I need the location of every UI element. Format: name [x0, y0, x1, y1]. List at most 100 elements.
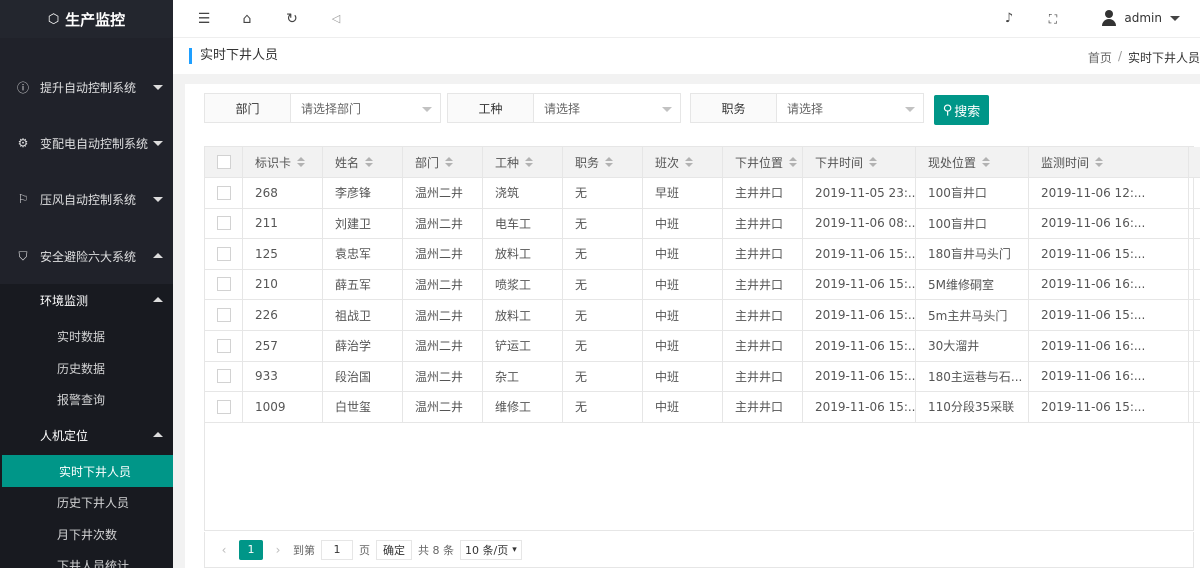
refresh-icon[interactable]: ↻	[284, 11, 300, 27]
row-checkbox[interactable]	[216, 216, 231, 231]
confirm-button[interactable]: 确定	[376, 539, 412, 560]
table-row[interactable]: 257 薛治学 温州二井 铲运工无中班 主井井口 2019-11-06 15:... 30大…	[205, 330, 1200, 362]
row-checkbox[interactable]	[216, 185, 231, 200]
sidebar-item-alarm-query[interactable]: 报警查询	[0, 383, 173, 415]
breadcrumb-separator: /	[1117, 49, 1122, 63]
row-checkbox[interactable]	[216, 399, 231, 414]
sidebar-item-realtime-data[interactable]: 实时数据	[0, 320, 173, 352]
sidebar-item-personnel-stats[interactable]: 下井人员统计	[0, 549, 173, 568]
top-header: ☰ ⌂ ↻ ◁ ♪ ⛶ admin	[173, 0, 1200, 38]
select-placeholder: 请选择	[544, 101, 581, 116]
table-cell: 无	[563, 208, 643, 239]
app-title: 生产监控	[65, 10, 126, 29]
sort-icon[interactable]	[445, 157, 454, 167]
column-header[interactable]: 部门	[403, 147, 483, 177]
sidebar-group-air[interactable]: ⚐ 压风自动控制系统	[0, 171, 173, 227]
sidebar-group-power[interactable]: ⚙ 变配电自动控制系统	[0, 115, 173, 171]
column-header[interactable]: 工种	[483, 147, 563, 177]
table-cell: 180盲井马头门	[916, 238, 1029, 269]
position-select[interactable]: 请选择	[777, 93, 924, 123]
table-cell: 温州二井	[403, 208, 483, 239]
table-cell: 180主运巷与石...	[916, 361, 1029, 392]
table-row[interactable]: 933 段治国 温州二井 杂工无中班 主井井口 2019-11-06 15:... 180主…	[205, 361, 1200, 393]
sidebar-item-history-data[interactable]: 历史数据	[0, 352, 173, 384]
row-checkbox[interactable]	[216, 277, 231, 292]
worktype-select[interactable]: 请选择	[534, 93, 681, 123]
column-header[interactable]: 下井时间	[803, 147, 916, 177]
column-header[interactable]: 职务	[563, 147, 643, 177]
page-unit-label: 页	[359, 543, 370, 557]
submenu-position[interactable]: 人机定位	[0, 417, 173, 453]
row-checkbox[interactable]	[216, 246, 231, 261]
row-checkbox[interactable]	[216, 369, 231, 384]
row-checkbox[interactable]	[216, 338, 231, 353]
submenu-label: 环境监测	[40, 293, 89, 308]
table-cell: 257	[243, 330, 323, 361]
page-current[interactable]: 1	[239, 539, 263, 560]
sort-icon[interactable]	[297, 157, 306, 167]
page-size-select[interactable]: 10 条/页 ▾	[460, 539, 522, 560]
bell-icon[interactable]: ♪	[1001, 11, 1017, 27]
sort-icon[interactable]	[685, 157, 694, 167]
sort-icon[interactable]	[605, 157, 614, 167]
table-cell: 温州二井	[403, 361, 483, 392]
sort-icon[interactable]	[869, 157, 878, 167]
table-row[interactable]: 211 刘建卫 温州二井 电车工无中班 主井井口 2019-11-06 08:... 100…	[205, 208, 1200, 240]
column-header[interactable]: 班次	[643, 147, 723, 177]
home-icon[interactable]: ⌂	[239, 11, 255, 27]
sort-icon[interactable]	[982, 157, 991, 167]
sidebar-item-monthly-count[interactable]: 月下井次数	[0, 518, 173, 550]
table-cell: 段治国	[323, 361, 403, 392]
table-header-row: 标识卡 姓名 部门 工种 职务 班次 下井位置 下井时间 现处位置 监测时间	[205, 147, 1200, 178]
sort-icon[interactable]	[789, 157, 798, 167]
table-row[interactable]: 268 李彦锋 温州二井 浇筑无早班 主井井口 2019-11-05 23:... 100盲…	[205, 177, 1200, 209]
prev-page-icon[interactable]: ‹	[215, 543, 233, 557]
sort-icon[interactable]	[1095, 157, 1104, 167]
user-menu[interactable]: admin	[1102, 10, 1180, 26]
next-page-icon[interactable]: ›	[269, 543, 287, 557]
table-row[interactable]: 1009 白世玺 温州二井 维修工无中班 主井井口 2019-11-06 15:... 11…	[205, 391, 1200, 423]
search-button[interactable]: ⚲ 搜索	[934, 95, 989, 125]
select-all-checkbox[interactable]	[216, 155, 231, 169]
menu-fold-icon[interactable]: ☰	[196, 11, 212, 27]
sort-icon[interactable]	[365, 157, 374, 167]
table-row[interactable]: 210 薛五军 温州二井 喷浆工无中班 主井井口 2019-11-06 15:... 5M维…	[205, 269, 1200, 301]
page-input[interactable]: 1	[321, 539, 353, 560]
column-header[interactable]: 现处位置	[916, 147, 1029, 177]
total-count: 共 8 条	[418, 543, 454, 557]
table-cell: 放料工	[483, 238, 563, 269]
caret-up-icon	[153, 432, 163, 437]
column-header-label: 姓名	[335, 155, 360, 170]
sidebar-group-safety[interactable]: ⛉ 安全避险六大系统	[0, 228, 173, 284]
column-header[interactable]: 下井位置	[723, 147, 803, 177]
row-select-cell	[205, 177, 243, 208]
column-header-label: 下井时间	[815, 155, 864, 170]
sidebar-group-hoist[interactable]: ⓘ 提升自动控制系统	[0, 59, 173, 115]
app-logo[interactable]: ⬡ 生产监控	[0, 0, 173, 38]
table-row[interactable]: 226 祖战卫 温州二井 放料工无中班 主井井口 2019-11-06 15:... 5m主…	[205, 300, 1200, 331]
table-cell: 主井井口	[723, 269, 803, 300]
column-header[interactable]: 监测时间	[1029, 147, 1189, 177]
table-cell: 浇筑	[483, 177, 563, 208]
sort-icon[interactable]	[525, 157, 534, 167]
column-header[interactable]: 标识卡	[243, 147, 323, 177]
table-row[interactable]: 125 袁忠军 温州二井 放料工无中班 主井井口 2019-11-06 15:... 180…	[205, 238, 1200, 270]
table-cell: 无	[563, 391, 643, 422]
breadcrumb-home[interactable]: 首页	[1088, 49, 1112, 66]
table-cell: 2019-11-06 12:...	[1029, 177, 1189, 208]
submenu-env[interactable]: 环境监测	[0, 282, 173, 318]
column-header-label: 部门	[415, 155, 440, 170]
table-cell: 喷浆工	[483, 269, 563, 300]
fullscreen-icon[interactable]: ⛶	[1045, 11, 1061, 27]
speaker-icon[interactable]: ◁	[328, 11, 344, 27]
table-cell: 中班	[643, 300, 723, 330]
filter-label: 职务	[690, 93, 777, 123]
column-header[interactable]: 姓名	[323, 147, 403, 177]
sidebar-item-history-personnel[interactable]: 历史下井人员	[0, 486, 173, 518]
sidebar-item-realtime-personnel[interactable]: 实时下井人员	[2, 455, 173, 487]
department-select[interactable]: 请选择部门	[291, 93, 441, 123]
table-cell: 5M维修硐室	[916, 269, 1029, 300]
table-cell: 薛治学	[323, 330, 403, 361]
row-checkbox[interactable]	[216, 308, 231, 322]
table-cell: 2019-11-06 16:...	[1029, 269, 1189, 300]
